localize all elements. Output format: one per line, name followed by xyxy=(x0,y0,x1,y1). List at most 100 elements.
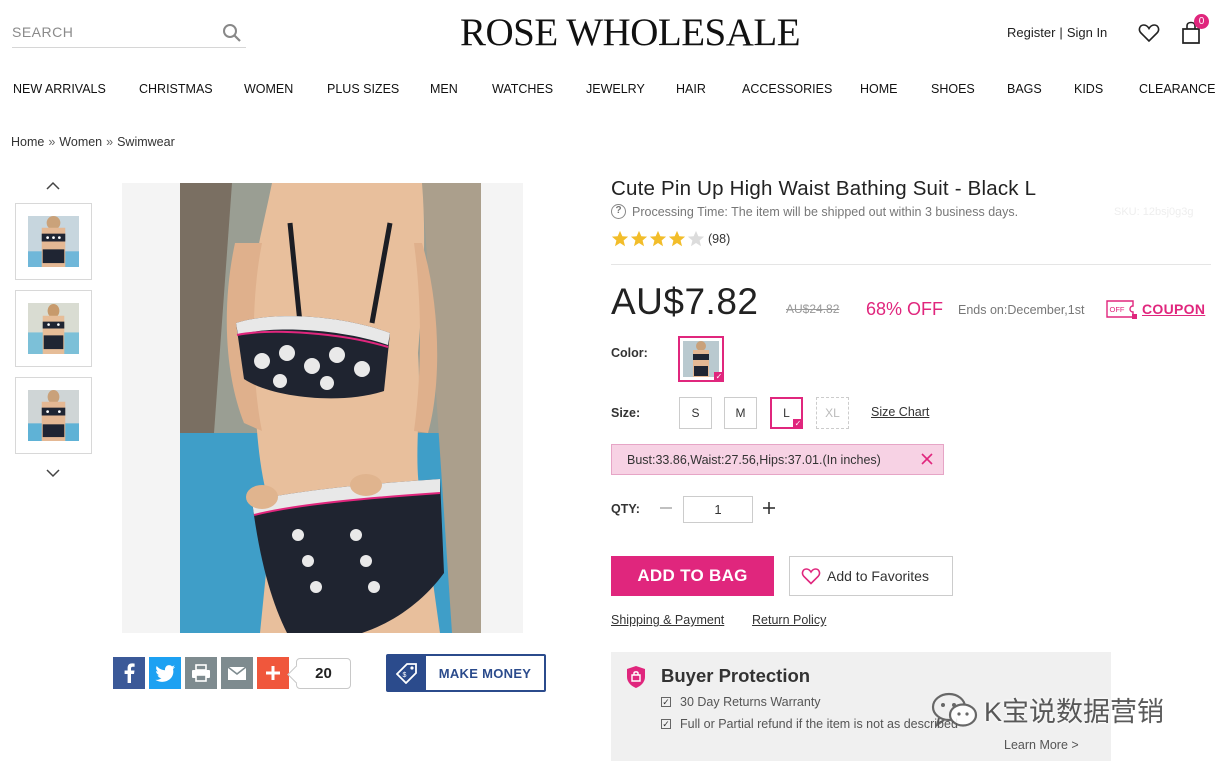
coupon-link[interactable]: OFF COUPON xyxy=(1106,298,1205,320)
main-nav: NEW ARRIVALS CHRISTMAS WOMEN PLUS SIZES … xyxy=(0,82,1224,98)
facebook-share-button[interactable] xyxy=(113,657,145,689)
register-link[interactable]: Register xyxy=(1007,25,1055,40)
processing-time: ? Processing Time: The item will be ship… xyxy=(611,204,1018,219)
plus-icon[interactable] xyxy=(762,500,776,516)
print-icon xyxy=(192,664,210,682)
sign-in-link[interactable]: Sign In xyxy=(1067,25,1107,40)
twitter-icon xyxy=(155,664,175,682)
size-measurements: Bust:33.86,Waist:27.56,Hips:37.01.(In in… xyxy=(611,444,944,475)
checkbox-checked-icon: ✓ xyxy=(661,697,671,707)
thumbnail-image xyxy=(28,216,79,267)
search-icon[interactable] xyxy=(222,23,242,43)
coupon-icon: OFF xyxy=(1106,300,1137,319)
chevron-down-icon[interactable] xyxy=(45,468,61,478)
star-filled-icon xyxy=(668,230,686,247)
price-tag-icon: $ xyxy=(388,656,426,690)
nav-item-plus-sizes[interactable]: PLUS SIZES xyxy=(327,82,399,96)
make-money-button[interactable]: $ MAKE MONEY xyxy=(386,654,546,692)
product-thumbnail[interactable] xyxy=(15,377,92,454)
add-to-favorites-button[interactable]: Add to Favorites xyxy=(789,556,953,596)
wechat-icon xyxy=(931,692,978,727)
qty-label: QTY: xyxy=(611,502,640,516)
twitter-share-button[interactable] xyxy=(149,657,181,689)
nav-item-accessories[interactable]: ACCESSORIES xyxy=(742,82,832,96)
swimsuit-photo xyxy=(122,183,523,633)
nav-item-kids[interactable]: KIDS xyxy=(1074,82,1103,96)
heart-icon xyxy=(801,568,821,585)
quantity-input[interactable] xyxy=(683,496,753,523)
nav-item-home[interactable]: HOME xyxy=(860,82,898,96)
product-thumbnail[interactable] xyxy=(15,290,92,367)
nav-item-women[interactable]: WOMEN xyxy=(244,82,293,96)
product-title: Cute Pin Up High Waist Bathing Suit - Bl… xyxy=(611,177,1037,200)
nav-item-clearance[interactable]: CLEARANCE xyxy=(1139,82,1215,96)
thumbnail-image xyxy=(28,390,79,441)
product-rating[interactable]: (98) xyxy=(611,230,730,248)
nav-item-men[interactable]: MEN xyxy=(430,82,458,96)
return-policy-link[interactable]: Return Policy xyxy=(752,613,826,627)
selected-check-icon: ✓ xyxy=(793,419,803,429)
breadcrumb-separator: » xyxy=(48,135,56,149)
star-filled-icon xyxy=(630,230,648,247)
protection-item: ✓ 30 Day Returns Warranty xyxy=(661,695,821,709)
review-count[interactable]: (98) xyxy=(708,232,730,246)
make-money-label: MAKE MONEY xyxy=(438,665,532,681)
nav-item-jewelry[interactable]: JEWELRY xyxy=(586,82,645,96)
minus-icon[interactable] xyxy=(659,500,673,516)
size-option-l-label: L xyxy=(783,406,790,420)
account-links: Register | Sign In xyxy=(1007,25,1107,40)
close-icon[interactable] xyxy=(920,452,934,466)
search-input[interactable] xyxy=(12,18,212,46)
size-option-xl[interactable]: XL xyxy=(816,397,849,429)
chevron-up-icon[interactable] xyxy=(45,181,61,191)
learn-more-link[interactable]: Learn More > xyxy=(1004,738,1079,752)
thumbnail-image xyxy=(28,303,79,354)
buyer-protection-title: Buyer Protection xyxy=(661,665,811,686)
add-to-bag-button[interactable]: ADD TO BAG xyxy=(611,556,774,596)
email-icon xyxy=(227,665,247,680)
sale-end-date: Ends on:December,1st xyxy=(958,303,1085,317)
protection-item-text: Full or Partial refund if the item is no… xyxy=(680,717,958,731)
coupon-label: COUPON xyxy=(1142,301,1206,317)
search-bar xyxy=(12,18,246,48)
coupon-icon-tag: OFF xyxy=(1110,305,1125,314)
print-share-button[interactable] xyxy=(185,657,217,689)
nav-item-watches[interactable]: WATCHES xyxy=(492,82,553,96)
discount-label: 68% OFF xyxy=(866,299,944,319)
question-icon[interactable]: ? xyxy=(611,204,626,219)
nav-item-new-arrivals[interactable]: NEW ARRIVALS xyxy=(13,82,106,96)
svg-text:$: $ xyxy=(403,672,407,679)
nav-item-shoes[interactable]: SHOES xyxy=(931,82,975,96)
size-option-l[interactable]: L ✓ xyxy=(770,397,803,429)
more-share-button[interactable] xyxy=(257,657,289,689)
size-option-m[interactable]: M xyxy=(724,397,757,429)
size-option-s[interactable]: S xyxy=(679,397,712,429)
site-logo[interactable]: ROSE WHOLESALE xyxy=(460,10,801,55)
wishlist-heart-icon[interactable] xyxy=(1138,23,1160,43)
watermark: K宝说数据营销 xyxy=(930,690,1164,729)
facebook-icon xyxy=(124,663,135,683)
account-separator: | xyxy=(1059,25,1063,40)
breadcrumb-home[interactable]: Home xyxy=(11,135,44,149)
watermark-text: K宝说数据营销 xyxy=(984,697,1165,727)
color-swatch-black[interactable]: ✓ xyxy=(678,336,724,382)
processing-text: Processing Time: The item will be shippe… xyxy=(632,204,1019,219)
divider xyxy=(611,264,1211,265)
nav-item-bags[interactable]: BAGS xyxy=(1007,82,1042,96)
breadcrumb-swimwear[interactable]: Swimwear xyxy=(117,135,175,149)
product-thumbnail[interactable] xyxy=(15,203,92,280)
breadcrumb-separator: » xyxy=(106,135,114,149)
share-count: 20 xyxy=(296,658,351,689)
breadcrumb: Home» Women» Swimwear xyxy=(11,135,175,149)
product-main-image[interactable] xyxy=(122,183,523,633)
color-label: Color: xyxy=(611,346,648,360)
nav-item-hair[interactable]: HAIR xyxy=(676,82,706,96)
protection-item: ✓ Full or Partial refund if the item is n… xyxy=(661,717,958,731)
size-chart-link[interactable]: Size Chart xyxy=(871,405,929,419)
email-share-button[interactable] xyxy=(221,657,253,689)
plus-icon xyxy=(266,666,280,680)
shipping-payment-link[interactable]: Shipping & Payment xyxy=(611,613,724,627)
breadcrumb-women[interactable]: Women xyxy=(59,135,102,149)
star-filled-icon xyxy=(649,230,667,247)
nav-item-christmas[interactable]: CHRISTMAS xyxy=(139,82,213,96)
